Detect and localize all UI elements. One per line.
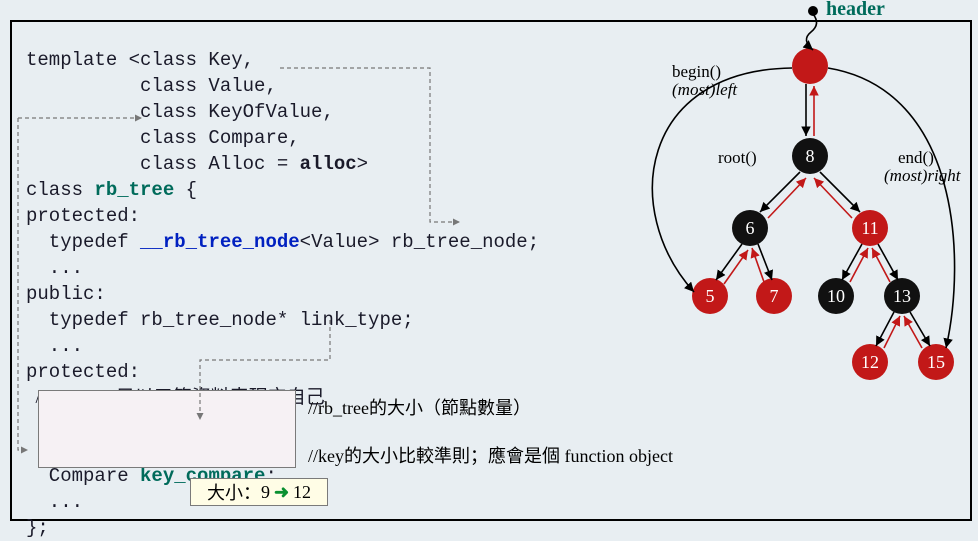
tree-node-12: 12 — [852, 344, 888, 380]
header-pointer-dot — [808, 6, 818, 16]
size-from: 9 — [261, 482, 270, 503]
arrow-icon: ➜ — [274, 482, 289, 503]
code-rb-tree: rb_tree — [94, 179, 174, 201]
code-line: ... — [26, 257, 83, 279]
code-brace: { — [174, 179, 197, 201]
code-line: }; — [26, 517, 49, 539]
code-line: class Value, — [26, 75, 277, 97]
node-val: 7 — [770, 286, 779, 307]
tree-node-11: 11 — [852, 210, 888, 246]
node-val: 11 — [861, 218, 878, 239]
code-line: ... — [26, 491, 83, 513]
node-val: 12 — [861, 352, 879, 373]
code-line: ... — [26, 335, 83, 357]
label-mostright: (most)right — [884, 166, 961, 186]
code-line: protected: — [26, 361, 140, 383]
header-label: header — [826, 0, 885, 21]
size-to: 12 — [293, 482, 311, 503]
code-node-suffix: <Value> rb_tree_node; — [300, 231, 539, 253]
node-val: 6 — [746, 218, 755, 239]
code-line: class Compare, — [26, 127, 300, 149]
code-line: class KeyOfValue, — [26, 101, 334, 123]
label-mostleft: (most)left — [672, 80, 737, 100]
code-gt: > — [357, 153, 368, 175]
comment-node-count: //rb_tree的大小（節點數量） — [308, 394, 531, 420]
code-line: class Alloc = — [26, 153, 300, 175]
tree-node-7: 7 — [756, 278, 792, 314]
code-alloc: alloc — [300, 153, 357, 175]
size-badge: 大小： 9 ➜ 12 — [190, 478, 328, 506]
code-rb-tree-node: __rb_tree_node — [140, 231, 300, 253]
label-end: end() — [898, 148, 934, 168]
code-line: typedef — [26, 231, 140, 253]
tree-header-node — [792, 48, 828, 84]
tree-node-5: 5 — [692, 278, 728, 314]
tree-node-10: 10 — [818, 278, 854, 314]
size-prefix: 大小： — [207, 479, 261, 505]
tree-node-8: 8 — [792, 138, 828, 174]
node-val: 13 — [893, 286, 911, 307]
code-line: public: — [26, 283, 106, 305]
code-line: template <class Key, — [26, 49, 254, 71]
label-root: root() — [718, 148, 757, 168]
node-val: 5 — [706, 286, 715, 307]
code-line: class — [26, 179, 94, 201]
data-members-box — [38, 390, 296, 468]
code-line: Compare — [26, 465, 140, 487]
tree-node-6: 6 — [732, 210, 768, 246]
node-val: 15 — [927, 352, 945, 373]
code-line: protected: — [26, 205, 140, 227]
comment-key-compare: //key的大小比較準則；應會是個 function object — [308, 442, 673, 468]
label-begin: begin() — [672, 62, 721, 82]
tree-node-15: 15 — [918, 344, 954, 380]
tree-node-13: 13 — [884, 278, 920, 314]
node-val: 8 — [806, 146, 815, 167]
node-val: 10 — [827, 286, 845, 307]
code-line: typedef rb_tree_node* link_type; — [26, 309, 414, 331]
